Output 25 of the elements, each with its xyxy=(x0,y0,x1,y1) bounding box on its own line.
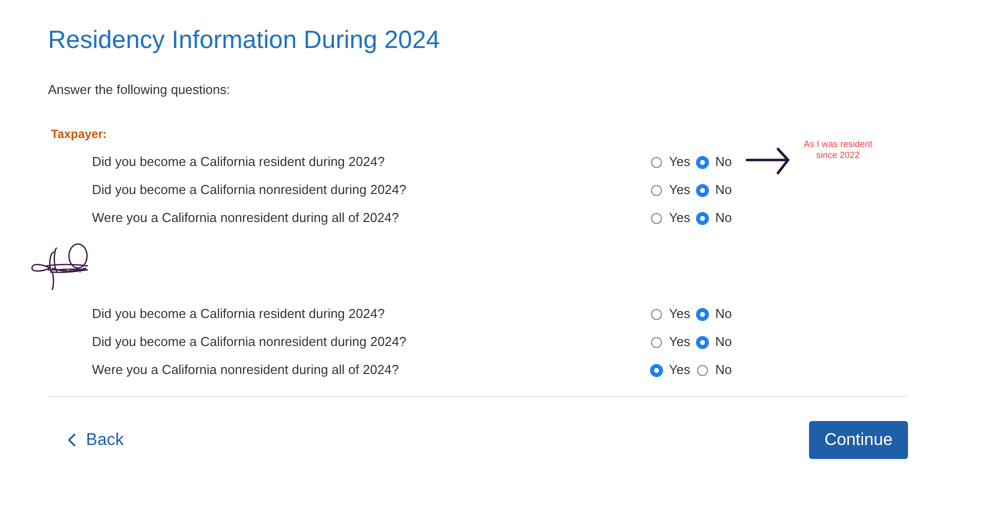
radio-option[interactable]: No xyxy=(697,304,732,324)
radio-option[interactable]: Yes xyxy=(651,180,690,200)
question-text: Did you become a California resident during 2024? xyxy=(92,153,386,172)
chevron-left-icon xyxy=(68,433,76,447)
page-title: Residency Information During 2024 xyxy=(48,25,441,56)
instructions-text: Answer the following questions: xyxy=(48,82,232,98)
radio-option[interactable]: No xyxy=(697,152,732,172)
question-text: Did you become a California nonresident during 2024? xyxy=(92,181,408,200)
back-link[interactable]: Back xyxy=(68,427,124,453)
continue-button[interactable]: Continue xyxy=(809,421,908,459)
radio-option[interactable]: Yes xyxy=(651,208,690,228)
radio-option[interactable]: No xyxy=(697,180,732,200)
radio-option[interactable]: Yes xyxy=(651,152,690,172)
question-text: Did you become a California nonresident during 2024? xyxy=(92,333,408,352)
question-text: Did you become a California resident during 2024? xyxy=(92,305,386,324)
radio-option[interactable]: No xyxy=(697,208,732,228)
radio-option[interactable]: No xyxy=(697,332,732,352)
radio-option[interactable]: No xyxy=(697,360,732,380)
radio-option[interactable]: Yes xyxy=(651,332,690,352)
radio-option[interactable]: Yes xyxy=(651,304,690,324)
question-text: Were you a California nonresident during all of 2024? xyxy=(92,209,400,228)
question-text: Were you a California nonresident during all of 2024? xyxy=(92,361,400,380)
annotation-note: As I was resident since 2022 xyxy=(802,139,874,161)
section-label: Taxpayer: xyxy=(51,127,107,141)
radio-option[interactable]: Yes xyxy=(651,360,690,380)
